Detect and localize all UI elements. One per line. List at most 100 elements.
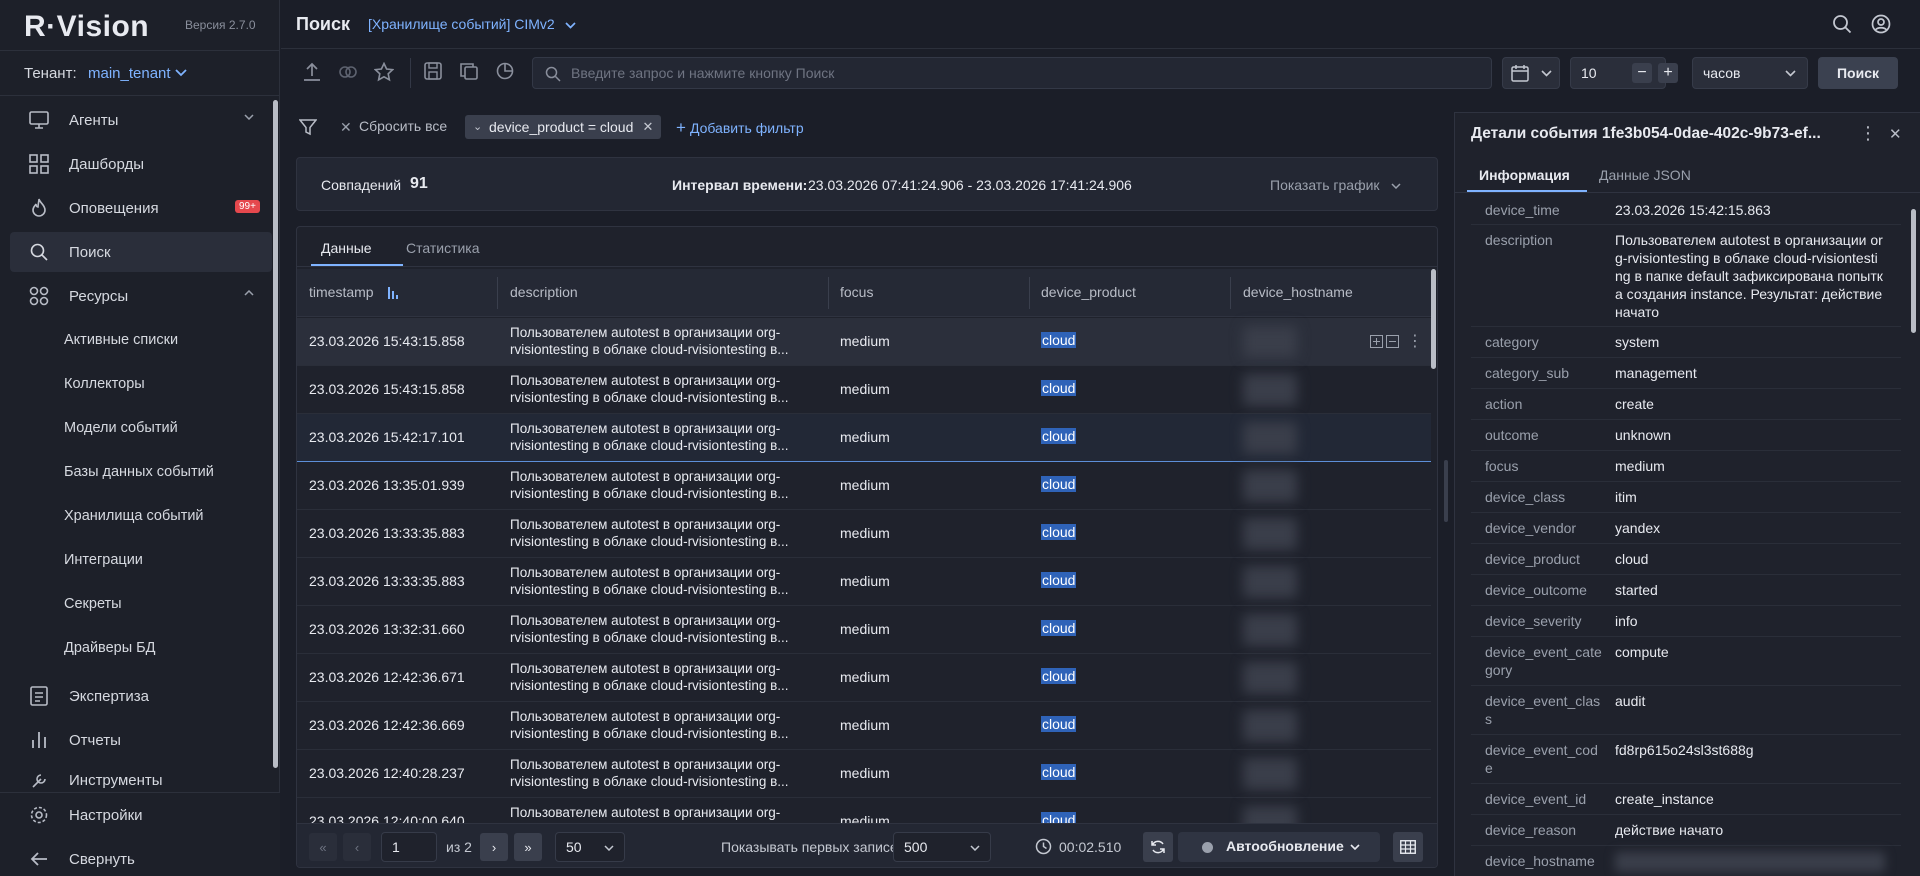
close-icon[interactable]: ✕ — [1889, 125, 1902, 143]
field-value[interactable]: medium — [1615, 457, 1885, 475]
field-value[interactable]: 23.03.2026 15:42:15.863 — [1615, 201, 1885, 219]
first-page-button[interactable]: « — [309, 833, 337, 861]
table-row[interactable]: 23.03.2026 13:33:35.883 Пользователем au… — [297, 510, 1431, 558]
next-page-button[interactable]: › — [480, 833, 508, 861]
save-icon[interactable] — [424, 62, 442, 80]
sidebar-subitem[interactable]: Драйверы БД — [64, 640, 156, 656]
table-row[interactable]: 23.03.2026 12:42:36.669 Пользователем au… — [297, 702, 1431, 750]
sidebar-subitem[interactable]: Коллекторы — [64, 376, 145, 392]
field-value[interactable]: fd8rp615o24sl3st688g — [1615, 741, 1885, 759]
column-divider[interactable] — [497, 277, 498, 309]
autorefresh-button[interactable]: Автообновление — [1178, 832, 1380, 862]
more-options-icon[interactable]: ⋮ — [1859, 123, 1877, 144]
sidebar-subitem[interactable]: Интеграции — [64, 552, 143, 568]
table-scrollbar[interactable] — [1431, 269, 1436, 369]
sidebar-item-tools[interactable]: Инструменты — [10, 764, 272, 792]
field-value[interactable]: Пользователем autotest в организации org… — [1615, 231, 1885, 321]
table-row-selected[interactable]: 23.03.2026 15:42:17.101 Пользователем au… — [297, 414, 1431, 462]
field-value[interactable]: unknown — [1615, 426, 1885, 444]
sort-icon[interactable] — [387, 285, 399, 299]
sidebar-subitem[interactable]: Активные списки — [64, 332, 178, 348]
sidebar-item-reports[interactable]: Отчеты — [10, 720, 272, 760]
field-value[interactable]: compute — [1615, 643, 1885, 661]
sidebar-item-alerts[interactable]: Оповещения 99+ — [10, 188, 272, 228]
panel-resize-handle[interactable] — [1444, 460, 1448, 522]
link-icon[interactable] — [338, 62, 358, 82]
add-filter-button[interactable]: + Добавить фильтр — [676, 118, 804, 138]
collapse-row-icon[interactable] — [1386, 335, 1399, 348]
field-value[interactable]: cloud — [1615, 550, 1885, 568]
expand-row-icon[interactable] — [1370, 335, 1383, 348]
page-number-field[interactable]: 1 — [381, 832, 437, 862]
copy-icon[interactable] — [460, 62, 478, 80]
storage-selector[interactable]: [Хранилище событий] CIMv2 — [368, 16, 576, 32]
refresh-button[interactable] — [1143, 832, 1173, 862]
last-page-button[interactable]: » — [514, 833, 542, 861]
date-range-picker[interactable] — [1502, 57, 1560, 89]
increment-button[interactable]: + — [1658, 63, 1678, 83]
period-value-input[interactable] — [1581, 58, 1631, 88]
collapse-sidebar-button[interactable]: Свернуть — [10, 839, 272, 876]
show-chart-button[interactable]: Показать график — [1270, 177, 1401, 193]
filter-icon[interactable] — [299, 118, 317, 136]
table-row[interactable]: 23.03.2026 13:35:01.939 Пользователем au… — [297, 462, 1431, 510]
more-options-icon[interactable]: ⋮ — [1407, 331, 1423, 351]
close-icon[interactable]: ✕ — [340, 119, 352, 136]
field-value[interactable]: create_instance — [1615, 790, 1885, 808]
tab-information[interactable]: Информация — [1479, 167, 1570, 183]
table-settings-button[interactable] — [1393, 832, 1423, 862]
sidebar-subitem[interactable]: Хранилища событий — [64, 508, 204, 524]
sidebar-item-settings[interactable]: Настройки — [10, 795, 272, 835]
show-first-select[interactable]: 500 — [893, 832, 991, 862]
tenant-selector[interactable]: Тенант: main_tenant — [0, 50, 280, 96]
search-icon[interactable] — [1832, 14, 1852, 34]
sidebar-item-agents[interactable]: Агенты — [10, 100, 272, 140]
sidebar-item-search[interactable]: Поиск — [10, 232, 272, 272]
table-row[interactable]: 23.03.2026 12:42:36.671 Пользователем au… — [297, 654, 1431, 702]
column-header-device-product[interactable]: device_product — [1041, 284, 1136, 300]
sidebar-item-expertise[interactable]: Экспертиза — [10, 676, 272, 716]
decrement-button[interactable]: − — [1632, 63, 1652, 83]
table-row[interactable]: 23.03.2026 12:40:28.237 Пользователем au… — [297, 750, 1431, 798]
sidebar-item-dashboards[interactable]: Дашборды — [10, 144, 272, 184]
sidebar-subitem[interactable]: Модели событий — [64, 420, 178, 436]
field-value[interactable]: действие начато — [1615, 821, 1885, 839]
details-scrollbar[interactable] — [1911, 209, 1916, 333]
period-unit-select[interactable]: часов — [1692, 57, 1808, 89]
field-value[interactable]: system — [1615, 333, 1885, 351]
column-header-focus[interactable]: focus — [840, 284, 873, 300]
filter-chip[interactable]: ⌄ device_product = cloud ✕ — [465, 115, 662, 139]
field-value[interactable]: yandex — [1615, 519, 1885, 537]
table-row[interactable]: 23.03.2026 13:33:35.883 Пользователем au… — [297, 558, 1431, 606]
field-value[interactable]: started — [1615, 581, 1885, 599]
sidebar-subitem[interactable]: Базы данных событий — [64, 464, 214, 480]
column-header-device-hostname[interactable]: device_hostname — [1243, 284, 1353, 300]
per-page-select[interactable]: 50 — [555, 832, 625, 862]
tab-statistics[interactable]: Статистика — [406, 240, 480, 256]
table-row[interactable]: 23.03.2026 13:32:31.660 Пользователем au… — [297, 606, 1431, 654]
star-icon[interactable] — [374, 62, 394, 82]
upload-icon[interactable] — [303, 62, 321, 82]
tenant-value[interactable]: main_tenant — [88, 65, 171, 82]
field-value[interactable]: management — [1615, 364, 1885, 382]
close-icon[interactable]: ✕ — [642, 115, 653, 139]
column-header-timestamp[interactable]: timestamp — [309, 284, 374, 300]
field-value[interactable]: audit — [1615, 692, 1885, 710]
user-profile-icon[interactable] — [1871, 14, 1891, 34]
pie-chart-icon[interactable] — [496, 62, 514, 80]
column-header-description[interactable]: description — [510, 284, 578, 300]
column-divider[interactable] — [1029, 277, 1030, 309]
table-row[interactable]: 23.03.2026 15:43:15.858 Пользователем au… — [297, 366, 1431, 414]
field-value[interactable]: create — [1615, 395, 1885, 413]
search-input[interactable] — [571, 58, 1471, 88]
column-divider[interactable] — [828, 277, 829, 309]
field-value[interactable]: itim — [1615, 488, 1885, 506]
table-row[interactable]: 23.03.2026 15:43:15.858 Пользователем au… — [297, 318, 1431, 366]
sidebar-subitem[interactable]: Секреты — [64, 596, 122, 612]
prev-page-button[interactable]: ‹ — [343, 833, 371, 861]
sidebar-scrollbar[interactable] — [273, 100, 278, 768]
reset-all-filters-button[interactable]: Сбросить все — [359, 118, 447, 134]
tab-json[interactable]: Данные JSON — [1599, 167, 1691, 183]
sidebar-item-resources[interactable]: Ресурсы — [10, 276, 272, 316]
field-value[interactable]: info — [1615, 612, 1885, 630]
